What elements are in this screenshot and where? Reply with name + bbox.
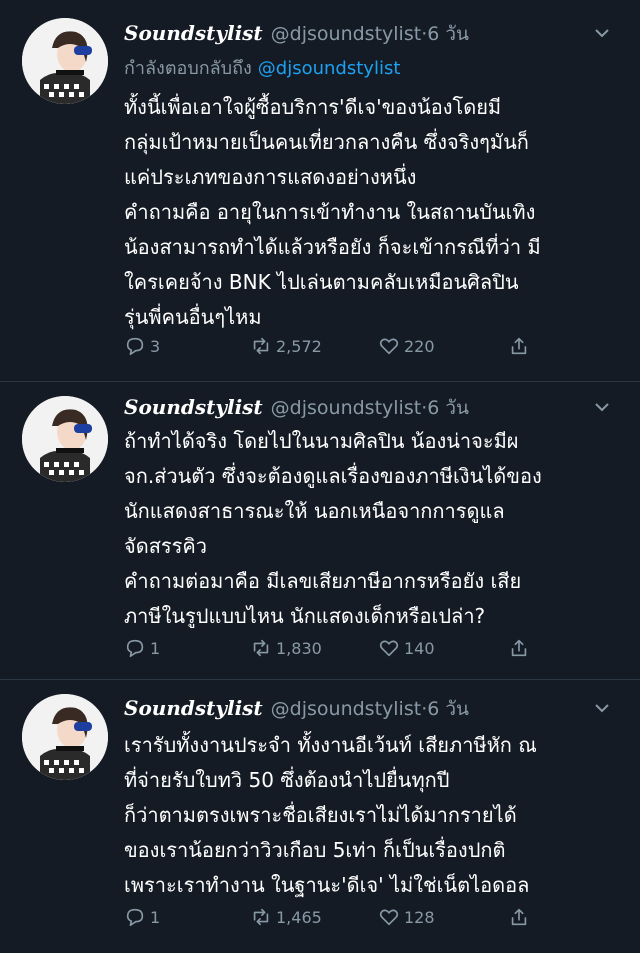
handle[interactable]: @djsoundstylist — [271, 397, 422, 419]
tweet-text-line: จัดสรรคิว — [124, 534, 208, 558]
tweet-actions: 1 1,830 140 — [124, 635, 544, 661]
timestamp[interactable]: 6 วัน — [427, 698, 469, 720]
avatar[interactable] — [22, 694, 108, 780]
tweet-text-line: ภาษีในรูปแบบไหน นักแสดงเด็กหรือเปล่า? — [124, 604, 486, 628]
reply-count: 3 — [150, 336, 161, 356]
tweet-text-line: รุ่นพี่คนอื่นๆไหม — [124, 305, 262, 329]
like-count: 220 — [404, 336, 435, 356]
display-name[interactable]: Soundstylist — [124, 21, 263, 45]
timestamp[interactable]: 6 วัน — [427, 397, 469, 419]
like-count: 128 — [404, 907, 435, 927]
retweet-button[interactable]: 1,830 — [250, 635, 322, 661]
like-button[interactable]: 128 — [378, 904, 435, 930]
tweet-text-line: เพราะเราทำงาน ในฐานะ'ดีเจ' ไม่ใช่เน็ตไอด… — [124, 873, 530, 897]
chevron-down-icon[interactable] — [593, 24, 611, 42]
tweet-text-line: คำถามต่อมาคือ มีเลขเสียภาษีอากรหรือยัง เ… — [124, 569, 522, 593]
tweet-text: ถ้าทำได้จริง โดยไปในนามศิลปิน น้องน่าจะม… — [124, 424, 624, 634]
tweet-actions: 3 2,572 220 — [124, 333, 544, 359]
retweet-icon — [253, 908, 269, 926]
reply-mention-link[interactable]: @djsoundstylist — [258, 58, 401, 79]
share-button[interactable] — [508, 635, 534, 661]
retweet-button[interactable]: 1,465 — [250, 904, 322, 930]
chevron-down-icon[interactable] — [593, 398, 611, 416]
reply-button[interactable]: 1 — [124, 904, 160, 930]
retweet-icon — [253, 639, 269, 657]
retweet-count: 1,830 — [276, 638, 322, 658]
tweet-text-line: ถ้าทำได้จริง โดยไปในนามศิลปิน น้องน่าจะม… — [124, 429, 519, 453]
share-icon — [511, 337, 527, 355]
display-name[interactable]: Soundstylist — [124, 395, 263, 419]
tweet-actions: 1 1,465 128 — [124, 904, 544, 930]
share-icon — [511, 908, 527, 926]
tweet[interactable]: Soundstylist @djsoundstylist·6 วัน กำลังต… — [0, 0, 640, 380]
avatar-image — [22, 694, 108, 780]
like-button[interactable]: 220 — [378, 333, 435, 359]
tweet-text-line: ที่จ่ายรับใบทวิ 50 ซึ่งต้องนำไปยื่นทุกปี — [124, 768, 450, 792]
like-button[interactable]: 140 — [378, 635, 435, 661]
tweet-text-line: เรารับทั้งงานประจำ ทั้งงานอีเว้นท์ เสียภ… — [124, 733, 537, 757]
share-button[interactable] — [508, 904, 534, 930]
reply-icon — [126, 639, 144, 658]
avatar-image — [22, 396, 108, 482]
tweet-text-line: นักแสดงสาธารณะให้ นอกเหนือจากการดูแล — [124, 499, 505, 523]
tweet-text-line: กลุ่มเป้าหมายเป็นคนเที่ยวกลางคืน ซึ่งจริ… — [124, 130, 529, 154]
like-count: 140 — [404, 638, 435, 658]
share-icon — [511, 639, 527, 657]
retweet-button[interactable]: 2,572 — [250, 333, 322, 359]
reply-icon — [126, 908, 144, 927]
tweet-text: เรารับทั้งงานประจำ ทั้งงานอีเว้นท์ เสียภ… — [124, 728, 624, 903]
reply-button[interactable]: 3 — [124, 333, 160, 359]
tweet[interactable]: Soundstylist @djsoundstylist·6 วัน เรารับ… — [0, 680, 640, 953]
avatar-image — [22, 18, 108, 104]
avatar[interactable] — [22, 396, 108, 482]
reply-label: กำลังตอบกลับถึง — [124, 58, 252, 79]
tweet-text-line: น้องสามารถทำได้แล้วหรือยัง ก็จะเข้ากรณีท… — [124, 235, 541, 259]
retweet-count: 1,465 — [276, 907, 322, 927]
tweet-text-line: แค่ประเภทของการแสดงอย่างหนึ่ง — [124, 165, 417, 189]
handle[interactable]: @djsoundstylist — [271, 698, 422, 720]
timestamp[interactable]: 6 วัน — [427, 23, 469, 45]
tweet-text-line: ใครเคยจ้าง BNK ไปเล่นตามคลับเหมือนศิลปิน — [124, 270, 519, 294]
reply-icon — [126, 337, 144, 356]
chevron-down-icon[interactable] — [593, 699, 611, 717]
tweet-text-line: ทั้งนี้เพื่อเอาใจผู้ซื้อบริการ'ดีเจ'ของน… — [124, 95, 502, 119]
share-button[interactable] — [508, 333, 534, 359]
heart-icon — [379, 909, 399, 926]
display-name[interactable]: Soundstylist — [124, 696, 263, 720]
tweet-text-line: ของเราน้อยกว่าวิวเกือบ 5เท่า ก็เป็นเรื่อ… — [124, 838, 506, 862]
tweet-text-line: จก.ส่วนตัว ซึ่งจะต้องดูแลเรื่องของภาษีเง… — [124, 464, 542, 488]
retweet-icon — [253, 337, 269, 355]
retweet-count: 2,572 — [276, 336, 322, 356]
tweet[interactable]: Soundstylist @djsoundstylist·6 วัน ถ้าทำไ… — [0, 382, 640, 678]
handle[interactable]: @djsoundstylist — [271, 23, 422, 45]
tweet-text: ทั้งนี้เพื่อเอาใจผู้ซื้อบริการ'ดีเจ'ของน… — [124, 90, 624, 335]
heart-icon — [379, 338, 399, 355]
reply-count: 1 — [150, 907, 161, 927]
tweet-text-line: ก็ว่าตามตรงเพราะชื่อเสียงเราไม่ได้มากราย… — [124, 803, 517, 827]
tweet-text-line: คำถามคือ อายุในการเข้าทำงาน ในสถานบันเทิ… — [124, 200, 536, 224]
reply-count: 1 — [150, 638, 161, 658]
reply-context: กำลังตอบกลับถึง @djsoundstylist — [124, 57, 400, 81]
heart-icon — [379, 640, 399, 657]
reply-button[interactable]: 1 — [124, 635, 160, 661]
avatar[interactable] — [22, 18, 108, 104]
